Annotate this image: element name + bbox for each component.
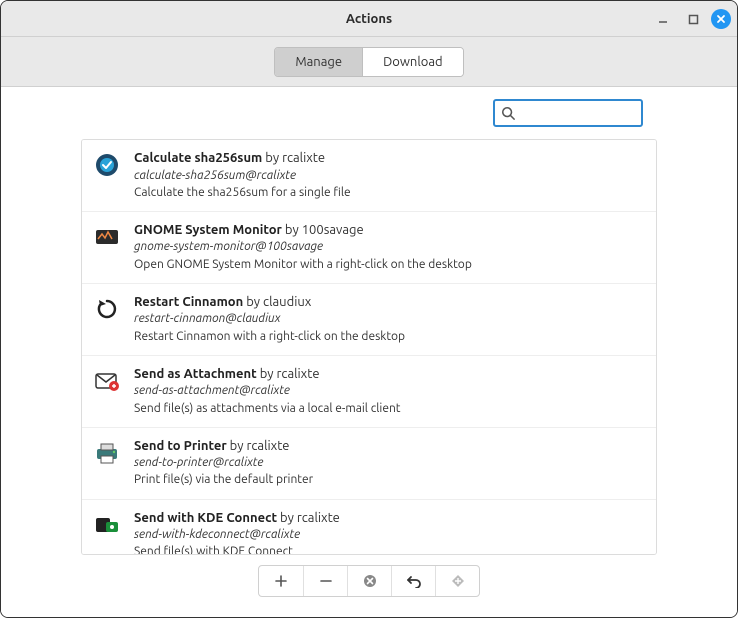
application-window: Actions Manage Download Calculate sha2 <box>0 0 738 618</box>
item-name: Restart Cinnamon <box>134 295 243 309</box>
list-item-title: Send as Attachment by rcalixte <box>134 366 642 384</box>
list-toolbar <box>81 565 657 597</box>
window-controls <box>651 1 731 37</box>
item-description: Open GNOME System Monitor with a right-c… <box>134 257 642 273</box>
titlebar: Actions <box>1 1 737 37</box>
disable-button[interactable] <box>347 566 391 596</box>
list-item[interactable]: Calculate sha256sum by rcalixtecalculate… <box>82 140 656 211</box>
item-id: send-to-printer@rcalixte <box>134 455 642 471</box>
toolbar-group <box>258 565 480 597</box>
list-item-title: Calculate sha256sum by rcalixte <box>134 150 642 168</box>
remove-button[interactable] <box>303 566 347 596</box>
undo-button[interactable] <box>391 566 435 596</box>
actions-list[interactable]: Calculate sha256sum by rcalixtecalculate… <box>81 139 657 555</box>
list-item-body: Calculate sha256sum by rcalixtecalculate… <box>134 150 642 201</box>
list-item[interactable]: Send to Printer by rcalixtesend-to-print… <box>82 427 656 499</box>
item-id: send-as-attachment@rcalixte <box>134 383 642 399</box>
item-author: by rcalixte <box>277 511 340 525</box>
window-minimize-button[interactable] <box>651 7 675 31</box>
list-item-body: Send as Attachment by rcalixtesend-as-at… <box>134 366 642 417</box>
window-title: Actions <box>1 12 737 26</box>
list-item[interactable]: Send with KDE Connect by rcalixtesend-wi… <box>82 499 656 555</box>
window-maximize-button[interactable] <box>681 7 705 31</box>
plus-icon <box>274 574 288 588</box>
list-item-body: Send to Printer by rcalixtesend-to-print… <box>134 438 642 489</box>
item-name: Send with KDE Connect <box>134 511 277 525</box>
list-item-title: Send to Printer by rcalixte <box>134 438 642 456</box>
content-area: Calculate sha256sum by rcalixtecalculate… <box>1 87 737 617</box>
item-id: send-with-kdeconnect@rcalixte <box>134 527 642 543</box>
list-item-body: Send with KDE Connect by rcalixtesend-wi… <box>134 510 642 555</box>
list-item-title: GNOME System Monitor by 100savage <box>134 222 642 240</box>
item-author: by 100savage <box>282 223 364 237</box>
item-description: Print file(s) via the default printer <box>134 472 642 488</box>
item-author: by rcalixte <box>262 151 325 165</box>
window-close-button[interactable] <box>711 9 731 29</box>
item-author: by rcalixte <box>227 439 290 453</box>
list-item[interactable]: GNOME System Monitor by 100savagegnome-s… <box>82 211 656 283</box>
item-id: calculate-sha256sum@rcalixte <box>134 168 642 184</box>
add-button[interactable] <box>259 566 303 596</box>
search-input[interactable] <box>519 106 635 121</box>
search-box[interactable] <box>493 99 643 127</box>
printer-icon <box>94 440 120 466</box>
list-item-title: Restart Cinnamon by claudiux <box>134 294 642 312</box>
item-id: restart-cinnamon@claudiux <box>134 311 642 327</box>
list-item-body: GNOME System Monitor by 100savagegnome-s… <box>134 222 642 273</box>
tab-bar: Manage Download <box>1 37 737 87</box>
search-icon <box>501 106 515 120</box>
item-author: by claudiux <box>243 295 311 309</box>
restart-icon <box>94 296 120 322</box>
item-id: gnome-system-monitor@100savage <box>134 239 642 255</box>
tab-manage[interactable]: Manage <box>275 48 362 76</box>
list-item[interactable]: Restart Cinnamon by claudiuxrestart-cinn… <box>82 283 656 355</box>
list-item-body: Restart Cinnamon by claudiuxrestart-cinn… <box>134 294 642 345</box>
item-name: Send as Attachment <box>134 367 257 381</box>
maximize-icon <box>688 14 699 25</box>
minus-icon <box>319 574 333 588</box>
item-author: by rcalixte <box>257 367 320 381</box>
list-item[interactable]: Send as Attachment by rcalixtesend-as-at… <box>82 355 656 427</box>
item-name: Calculate sha256sum <box>134 151 262 165</box>
item-description: Restart Cinnamon with a right-click on t… <box>134 329 642 345</box>
mail-icon <box>94 368 120 394</box>
more-button[interactable] <box>435 566 479 596</box>
checksum-icon <box>94 152 120 178</box>
undo-icon <box>406 574 422 588</box>
tab-group: Manage Download <box>274 47 463 77</box>
minimize-icon <box>657 13 669 25</box>
item-description: Send file(s) as attachments via a local … <box>134 401 642 417</box>
tab-download[interactable]: Download <box>362 48 463 76</box>
close-icon <box>716 14 726 24</box>
item-description: Calculate the sha256sum for a single fil… <box>134 185 642 201</box>
item-name: GNOME System Monitor <box>134 223 282 237</box>
list-item-title: Send with KDE Connect by rcalixte <box>134 510 642 528</box>
circle-x-icon <box>363 574 377 588</box>
item-name: Send to Printer <box>134 439 227 453</box>
search-row <box>81 99 643 127</box>
monitor-icon <box>94 224 120 250</box>
item-description: Send file(s) with KDE Connect <box>134 544 642 555</box>
diamond-plus-icon <box>451 574 465 588</box>
kde-icon <box>94 512 120 538</box>
